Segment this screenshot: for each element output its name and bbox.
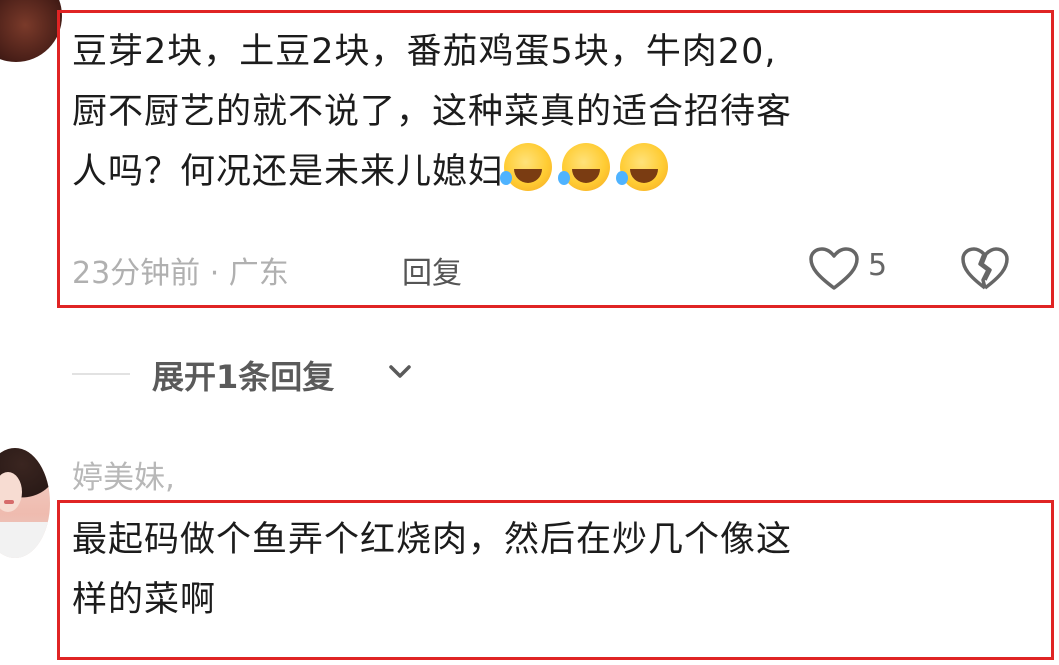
username[interactable]: 婷美妹, xyxy=(72,452,175,497)
laughing-crying-emoji-icon xyxy=(500,143,553,191)
chevron-down-icon[interactable] xyxy=(388,362,412,382)
comment-line: 豆芽2块，土豆2块，番茄鸡蛋5块，牛肉20, xyxy=(72,32,777,72)
laughing-crying-emoji-icon xyxy=(616,143,669,191)
avatar-lips xyxy=(4,500,14,504)
avatar[interactable] xyxy=(0,448,50,558)
expand-replies-button[interactable]: 展开1条回复 xyxy=(152,352,334,398)
reply-button[interactable]: 回复 xyxy=(402,248,462,292)
like-heart-icon[interactable] xyxy=(808,246,860,292)
avatar-shoulder xyxy=(0,522,50,558)
avatar[interactable] xyxy=(0,0,62,62)
broken-heart-icon[interactable] xyxy=(960,246,1010,292)
comment-line: 最起码做个鱼弄个红烧肉，然后在炒几个像这 xyxy=(72,520,793,560)
comment-line: 人吗？何况还是未来儿媳妇 xyxy=(72,142,792,202)
comment-line-text: 人吗？何况还是未来儿媳妇 xyxy=(72,152,505,192)
comment-text: 豆芽2块，土豆2块，番茄鸡蛋5块，牛肉20, 厨不厨艺的就不说了，这种菜真的适合… xyxy=(72,22,792,202)
comment-line: 样的菜啊 xyxy=(72,580,217,620)
like-count: 5 xyxy=(868,248,888,283)
divider xyxy=(72,373,130,375)
laughing-crying-emoji-icon xyxy=(558,143,611,191)
comment-meta: 23分钟前 · 广东 xyxy=(72,256,289,291)
comment-text: 最起码做个鱼弄个红烧肉，然后在炒几个像这 样的菜啊 xyxy=(72,510,792,630)
comment-line: 厨不厨艺的就不说了，这种菜真的适合招待客 xyxy=(72,92,793,132)
